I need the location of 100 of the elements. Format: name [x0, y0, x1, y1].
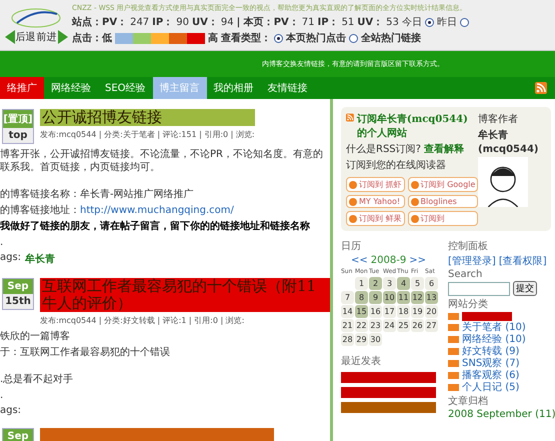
calendar-day: 1: [355, 277, 368, 290]
calendar-day: 25: [397, 319, 410, 332]
submit-button[interactable]: 提交: [513, 281, 537, 296]
stat-value: 94: [220, 16, 234, 28]
calendar-day: 30: [369, 333, 382, 346]
post-text: 博客开张，公开诚招博友链接。不论流量，不论PR，不论知名度。有意的联系我。首页链接，内页链接均可。: [0, 148, 324, 174]
calendar-day: 16: [369, 305, 382, 318]
radio-button[interactable]: [424, 18, 434, 26]
tags-label: ags:: [0, 405, 22, 416]
subscribe-button[interactable]: MY Yahoo!: [346, 195, 405, 208]
stat-label: UV：: [357, 16, 384, 29]
tags-label: ags:: [0, 252, 22, 265]
calendar-day: 18: [397, 305, 410, 318]
post-text: .: [0, 236, 4, 249]
calendar-day: 14: [341, 305, 354, 318]
url-link[interactable]: http://www.muchangqing.com/: [80, 205, 234, 216]
view-type-option: 本页热门点击: [286, 31, 346, 45]
calendar-day[interactable]: 9: [369, 291, 382, 304]
post-meta: 发布:mcq0544 | 分类:好文转载 | 评论:1 | 引用:0 | 浏览:: [40, 315, 246, 326]
nav-tab[interactable]: 网络经验: [44, 77, 98, 99]
post-text: .总是看不起对手: [0, 373, 74, 386]
tag-link[interactable]: 牟长青: [25, 252, 56, 266]
category-link[interactable]: 关于笔者 (10): [462, 322, 526, 333]
subscribe-button[interactable]: 订阅到 鲜果: [346, 211, 405, 226]
stat-label: IP：: [318, 16, 339, 29]
calendar-day: 7: [341, 291, 354, 304]
calendar-day: 20: [425, 305, 438, 318]
calendar-day[interactable]: 13: [425, 291, 438, 304]
category-link[interactable]: 网络经验 (10): [462, 334, 526, 345]
calendar-day: 24: [383, 319, 396, 332]
stat-label: IP：: [152, 16, 174, 29]
category-link[interactable]: SNS观察 (7): [462, 358, 520, 369]
calendar-day: 19: [411, 305, 424, 318]
radio-button[interactable]: [349, 34, 358, 42]
category-link[interactable]: 好文转载 (9): [462, 346, 520, 357]
calendar-heading: 日历: [341, 240, 362, 253]
author-name: 牟长青: [478, 128, 509, 142]
stat-label: UV：: [192, 16, 218, 29]
post-text: 的博客链接地址：http://www.muchangqing.com/: [0, 204, 235, 217]
stat-value: 71: [302, 16, 314, 28]
calendar-day: 22: [355, 319, 368, 332]
calendar-day: 21: [341, 319, 354, 332]
subscribe-button[interactable]: Bloglines: [408, 195, 478, 208]
radio-button[interactable]: [274, 34, 283, 42]
search-field[interactable]: [448, 282, 510, 296]
post-title[interactable]: 互联网工作者最容易犯的十个错误（附11牛人的评价）: [40, 278, 330, 312]
next-month-link[interactable]: >>: [409, 255, 426, 266]
control-heading: 控制面板: [448, 240, 489, 253]
post-title[interactable]: 公开诚招博友链接: [40, 109, 255, 126]
logo-drawing: [11, 6, 61, 28]
day-label: 今日: [402, 16, 422, 29]
calendar-day[interactable]: 15: [355, 305, 368, 318]
calendar-day[interactable]: 11: [397, 291, 410, 304]
calendar-day[interactable]: 4: [397, 277, 410, 290]
explain-link[interactable]: 查看解释: [424, 144, 464, 155]
subscribe-button[interactable]: 订阅到 抓虾: [346, 177, 405, 192]
recent-heading: 最近发表: [341, 354, 382, 368]
archive-heading: 文章归档: [448, 394, 489, 408]
reader-text: 订阅到您的在线阅读器: [346, 158, 447, 172]
forward-button[interactable]: 前进: [36, 30, 56, 44]
right-arrow-icon: [58, 30, 68, 44]
nav-tab[interactable]: 我的相册: [206, 77, 261, 99]
category-heading: 网站分类: [448, 298, 489, 311]
control-link[interactable]: [查看权限]: [498, 254, 547, 268]
calendar-day[interactable]: 10: [383, 291, 396, 304]
view-type-label: 查看类型：: [221, 32, 271, 45]
calendar-day[interactable]: 12: [411, 291, 424, 304]
control-link[interactable]: [管理登录]: [448, 254, 496, 268]
archive-link[interactable]: 2008 September (11): [448, 409, 555, 420]
subscribe-button[interactable]: 订阅到 Google: [408, 177, 478, 192]
date-badge: Sep: [3, 429, 33, 441]
radio-button[interactable]: [460, 18, 469, 26]
subscribe-title: 订阅牟长青(mcq0544)的个人网站: [356, 112, 469, 140]
calendar-day[interactable]: 2: [369, 277, 382, 290]
month-label: 2008-9: [370, 255, 406, 266]
click-label: 高: [208, 31, 218, 45]
prev-month-link[interactable]: <<: [351, 255, 368, 266]
day-label: 昨日: [436, 16, 457, 29]
category-link[interactable]: 播客观察 (6): [462, 370, 520, 381]
category-link[interactable]: 个人日记 (5): [462, 382, 520, 393]
calendar-day: 29: [355, 333, 368, 346]
stat-value: 90: [176, 16, 189, 28]
date-badge: top: [3, 128, 33, 143]
post-text: 于：互联网工作者最容易犯的十个错误: [0, 346, 171, 359]
author-id: (mcq0544): [478, 144, 540, 155]
calendar-day: 6: [425, 277, 438, 290]
back-button[interactable]: 后退: [16, 30, 36, 44]
subscribe-button[interactable]: 订阅到: [408, 211, 478, 226]
nav-tab[interactable]: SEO经验: [98, 77, 153, 99]
stat-label: | 本页：PV：: [236, 16, 299, 29]
stat-value: 51: [342, 16, 354, 28]
calendar-day[interactable]: 8: [355, 291, 368, 304]
click-label: 点击：低: [72, 32, 112, 45]
post-text: .: [0, 389, 4, 402]
calendar-day: 26: [411, 319, 424, 332]
stat-label: 站点：PV：: [72, 16, 128, 29]
post-text: 我做好了链接的朋友，请在帖子留言，留下你的的链接地址和链接名称: [0, 220, 311, 233]
nav-tab[interactable]: 友情链接: [260, 77, 315, 99]
date-badge: Sep: [3, 279, 33, 294]
nav-tab[interactable]: 络推广: [0, 77, 44, 99]
